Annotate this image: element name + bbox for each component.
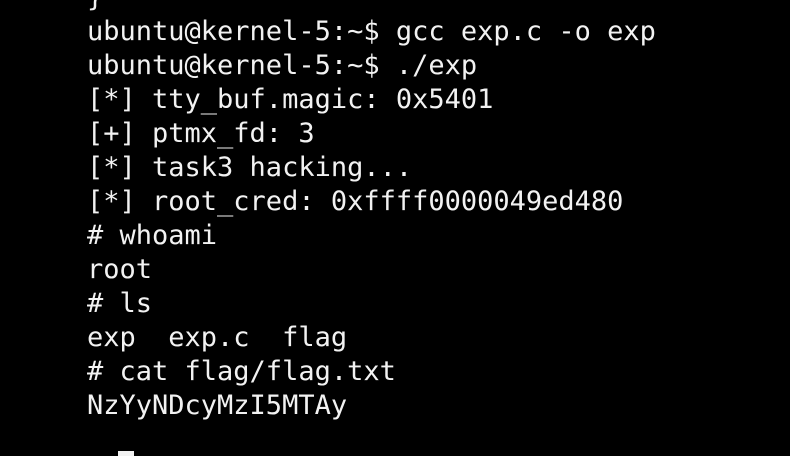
terminal-output-line: [*] tty_buf.magic: 0x5401 bbox=[87, 84, 494, 115]
terminal-output-line: root bbox=[87, 254, 153, 285]
terminal-output-line: NzYyNDcyMzI5MTAy bbox=[87, 390, 348, 421]
terminal-output-line: [*] task3 hacking... bbox=[87, 152, 413, 183]
terminal-prompt-line[interactable] bbox=[87, 423, 656, 456]
terminal-output-line: exp exp.c flag bbox=[87, 322, 348, 353]
terminal-output-line: [*] root_cred: 0xffff0000049ed480 bbox=[87, 186, 624, 217]
terminal-cursor bbox=[118, 451, 134, 456]
terminal-output: } ubuntu@kernel-5:~$ gcc exp.c -o exp ub… bbox=[87, 0, 656, 456]
terminal-command-line: ubuntu@kernel-5:~$ gcc exp.c -o exp bbox=[87, 16, 656, 47]
terminal-output-line: [+] ptmx_fd: 3 bbox=[87, 118, 315, 149]
terminal-command-line: ubuntu@kernel-5:~$ ./exp bbox=[87, 50, 478, 81]
terminal-window[interactable]: } ubuntu@kernel-5:~$ gcc exp.c -o exp ub… bbox=[0, 0, 790, 456]
terminal-command-line: # cat flag/flag.txt bbox=[87, 356, 396, 387]
terminal-command-line: # ls bbox=[87, 288, 153, 319]
terminal-command-line: # whoami bbox=[87, 220, 218, 251]
terminal-line: } bbox=[87, 0, 656, 15]
